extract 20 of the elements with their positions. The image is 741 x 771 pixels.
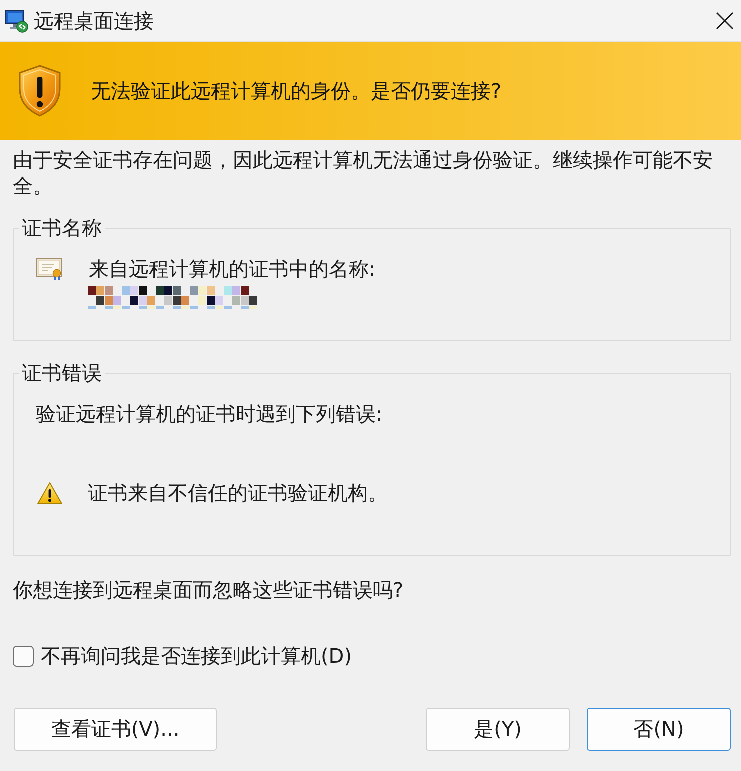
monitor-icon	[5, 8, 29, 32]
description-text: 由于安全证书存在问题，因此远程计算机无法通过身份验证。继续操作可能不安全。	[13, 147, 714, 199]
certificate-name-label: 来自远程计算机的证书中的名称:	[89, 256, 376, 282]
close-icon	[716, 12, 734, 30]
no-button[interactable]: 否(N)	[587, 708, 731, 751]
certificate-icon	[36, 258, 63, 280]
warning-icon	[37, 482, 63, 504]
checkbox-label: 不再询问我是否连接到此计算机(D)	[41, 643, 352, 669]
checkbox[interactable]	[13, 646, 34, 666]
group-title: 证书名称	[21, 216, 103, 240]
shield-warning-icon	[18, 65, 62, 117]
error-text: 证书来自不信任的证书验证机构。	[88, 480, 388, 506]
group-title: 证书错误	[21, 361, 103, 385]
window-title: 远程桌面连接	[34, 8, 154, 34]
error-intro-text: 验证远程计算机的证书时遇到下列错误:	[36, 401, 384, 427]
warning-message: 无法验证此远程计算机的身份。是否仍要连接?	[91, 78, 502, 104]
close-button[interactable]	[716, 12, 734, 30]
view-certificate-button[interactable]: 查看证书(V)...	[14, 708, 217, 751]
question-text: 你想连接到远程桌面而忽略这些证书错误吗?	[13, 577, 405, 603]
yes-button[interactable]: 是(Y)	[426, 708, 570, 751]
